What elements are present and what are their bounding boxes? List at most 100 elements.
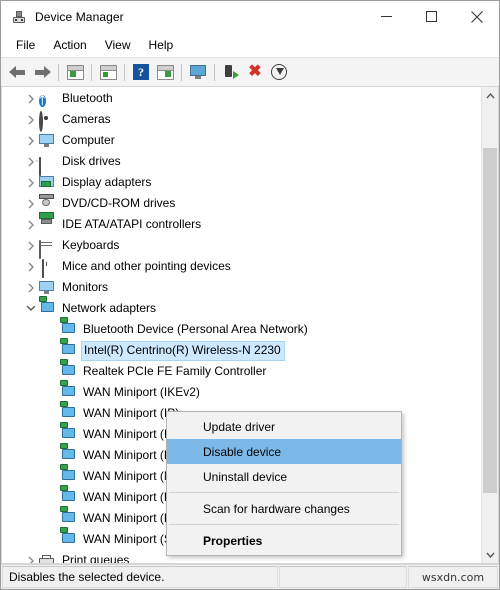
chevron-right-icon[interactable] bbox=[23, 556, 39, 563]
tree-item-disk-drives[interactable]: Disk drives bbox=[2, 151, 481, 176]
back-arrow-icon bbox=[9, 65, 27, 79]
uninstall-device-button[interactable]: ✖ bbox=[243, 60, 267, 84]
tree-item-mice-and-other-pointing-devices[interactable]: Mice and other pointing devices bbox=[2, 256, 481, 278]
camera-icon bbox=[39, 110, 55, 132]
context-menu-separator bbox=[169, 492, 399, 493]
network-adapter-icon bbox=[60, 484, 76, 506]
scroll-down-button[interactable] bbox=[482, 546, 498, 563]
menu-action[interactable]: Action bbox=[44, 35, 95, 55]
disable-device-button[interactable] bbox=[267, 60, 291, 84]
network-adapter-icon bbox=[60, 400, 76, 422]
forward-arrow-icon bbox=[33, 65, 51, 79]
tree-item-label: Display adapters bbox=[62, 174, 152, 189]
chevron-right-icon[interactable] bbox=[23, 241, 39, 251]
tree-item-monitors[interactable]: Monitors bbox=[2, 277, 481, 298]
network-adapter-icon bbox=[60, 505, 76, 527]
chevron-right-icon[interactable] bbox=[23, 262, 39, 272]
tree-item-label: Computer bbox=[62, 132, 115, 147]
tree-item-label: WAN Miniport (IKEv2) bbox=[83, 384, 200, 399]
ide-controller-icon bbox=[39, 211, 55, 233]
tree-item-display-adapters[interactable]: Display adapters bbox=[2, 172, 481, 193]
help-question-icon: ? bbox=[133, 64, 149, 80]
title-bar: Device Manager bbox=[1, 1, 499, 32]
tree-item-label: Bluetooth bbox=[62, 90, 113, 105]
network-adapter-icon bbox=[60, 421, 76, 443]
tree-item-cameras[interactable]: Cameras bbox=[2, 109, 481, 132]
bluetooth-icon: ᛏ bbox=[39, 94, 46, 107]
tree-item-label: Mice and other pointing devices bbox=[62, 258, 231, 273]
tree-item-label: Intel(R) Centrino(R) Wireless-N 2230 bbox=[81, 340, 285, 361]
context-scan-hardware-changes[interactable]: Scan for hardware changes bbox=[167, 496, 401, 521]
network-adapter-icon bbox=[60, 337, 76, 359]
network-adapter-icon bbox=[60, 379, 76, 401]
monitor-icon bbox=[39, 280, 55, 296]
network-adapter-icon bbox=[60, 316, 76, 338]
close-button[interactable] bbox=[454, 1, 499, 32]
vertical-scrollbar[interactable] bbox=[481, 87, 498, 563]
chevron-right-icon[interactable] bbox=[23, 115, 39, 125]
watermark: wsxdn.com bbox=[408, 566, 498, 588]
chevron-right-icon[interactable] bbox=[23, 199, 39, 209]
tree-item-bluetooth[interactable]: ᛏ Bluetooth bbox=[2, 88, 481, 109]
menu-bar: File Action View Help bbox=[1, 32, 499, 57]
action-pane-icon bbox=[156, 64, 174, 80]
update-driver-button[interactable] bbox=[186, 60, 210, 84]
chevron-down-icon[interactable] bbox=[23, 305, 39, 312]
tree-item-intel-centrino-wireless-n-2230[interactable]: Intel(R) Centrino(R) Wireless-N 2230 bbox=[2, 337, 481, 361]
toolbar: ? ✖ bbox=[1, 57, 499, 87]
tree-item-label: Monitors bbox=[62, 279, 109, 294]
tree-item-label: Cameras bbox=[62, 111, 111, 126]
show-hide-action-pane-button[interactable] bbox=[153, 60, 177, 84]
tree-item-bluetooth-device-pan[interactable]: Bluetooth Device (Personal Area Network) bbox=[2, 316, 481, 340]
context-properties[interactable]: Properties bbox=[167, 528, 401, 553]
tree-item-computer[interactable]: Computer bbox=[2, 130, 481, 151]
context-update-driver[interactable]: Update driver bbox=[167, 414, 401, 439]
help-button[interactable]: ? bbox=[129, 60, 153, 84]
status-bar: Disables the selected device. wsxdn.com bbox=[1, 564, 499, 589]
chevron-right-icon[interactable] bbox=[23, 94, 39, 104]
chevron-right-icon[interactable] bbox=[23, 157, 39, 167]
tree-item-label: Network adapters bbox=[62, 300, 157, 315]
show-hide-console-tree-button[interactable] bbox=[63, 60, 87, 84]
device-tree-panel: ᛏ Bluetooth Cameras Computer Disk drives… bbox=[1, 87, 499, 564]
tree-item-label: Bluetooth Device (Personal Area Network) bbox=[83, 321, 308, 336]
context-disable-device[interactable]: Disable device bbox=[167, 439, 401, 464]
back-button[interactable] bbox=[6, 60, 30, 84]
context-menu-separator bbox=[169, 524, 399, 525]
toolbar-separator bbox=[124, 63, 125, 81]
tree-item-realtek-pcie-fe-family-controller[interactable]: Realtek PCIe FE Family Controller bbox=[2, 358, 481, 382]
scroll-up-button[interactable] bbox=[482, 87, 498, 104]
device-manager-window: Device Manager File Action View Help ? ✖… bbox=[0, 0, 500, 590]
tree-item-label: Disk drives bbox=[62, 153, 121, 168]
monitor-update-icon bbox=[189, 64, 207, 80]
chevron-right-icon[interactable] bbox=[23, 136, 39, 146]
display-adapter-icon bbox=[39, 175, 55, 191]
tree-item-keyboards[interactable]: Keyboards bbox=[2, 235, 481, 259]
scrollbar-thumb[interactable] bbox=[483, 148, 497, 493]
device-manager-icon bbox=[11, 9, 27, 25]
menu-view[interactable]: View bbox=[96, 35, 140, 55]
computer-icon bbox=[39, 133, 55, 149]
forward-button[interactable] bbox=[30, 60, 54, 84]
context-uninstall-device[interactable]: Uninstall device bbox=[167, 464, 401, 489]
scan-for-hardware-changes-button[interactable] bbox=[219, 60, 243, 84]
minimize-button[interactable] bbox=[364, 1, 409, 32]
tree-item-wan-miniport-ikev2[interactable]: WAN Miniport (IKEv2) bbox=[2, 379, 481, 403]
properties-button[interactable] bbox=[96, 60, 120, 84]
chevron-right-icon[interactable] bbox=[23, 220, 39, 230]
chevron-right-icon[interactable] bbox=[23, 178, 39, 188]
printer-icon bbox=[39, 553, 55, 563]
tree-item-ide-ata-atapi-controllers[interactable]: IDE ATA/ATAPI controllers bbox=[2, 211, 481, 235]
chevron-right-icon[interactable] bbox=[23, 283, 39, 293]
menu-file[interactable]: File bbox=[7, 35, 44, 55]
tree-item-label: DVD/CD-ROM drives bbox=[62, 195, 176, 210]
window-title: Device Manager bbox=[35, 9, 124, 24]
tree-item-network-adapters[interactable]: Network adapters bbox=[2, 295, 481, 319]
maximize-button[interactable] bbox=[409, 1, 454, 32]
toolbar-separator bbox=[91, 63, 92, 81]
console-tree-icon bbox=[66, 64, 84, 80]
disk-drive-icon bbox=[39, 154, 55, 176]
menu-help[interactable]: Help bbox=[140, 35, 183, 55]
tree-item-dvd-cd-rom-drives[interactable]: DVD/CD-ROM drives bbox=[2, 193, 481, 214]
tree-item-label: Realtek PCIe FE Family Controller bbox=[83, 363, 267, 378]
